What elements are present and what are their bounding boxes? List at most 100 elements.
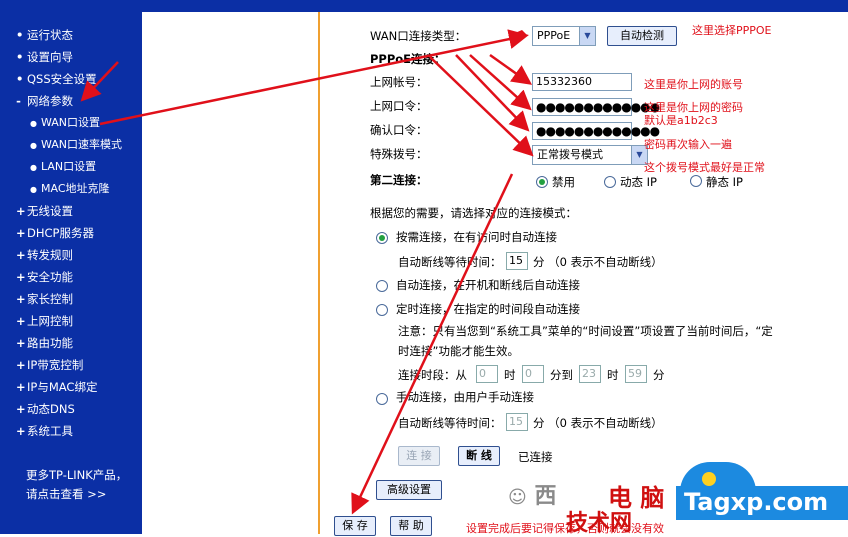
annotation-account: 这里是你上网的账号 [644,78,743,91]
advanced-settings-button[interactable]: 高级设置 [376,480,442,500]
plus-icon: + [16,402,26,416]
auto-detect-button[interactable]: 自动检测 [607,26,677,46]
plus-icon: + [16,292,26,306]
sidebar-nav: • 运行状态 • 设置向导 • QSS安全设置 - 网络参数 ● WAN口设置 ● WAN口速率模式 ●… [0,0,142,534]
period-end-hour: 23 [582,367,596,380]
sidebar-item-label: WAN口速率模式 [41,138,123,151]
period-hour-label-1: 时 [504,368,516,382]
wan-type-label: WAN口连接类型： [370,29,467,43]
account-value: 15332360 [536,75,592,88]
plus-icon: + [16,336,26,350]
disconnect-button[interactable]: 断 线 [458,446,500,466]
minus-icon: - [16,94,21,108]
period-start-minute: 0 [525,367,532,380]
period-start-minute-input[interactable]: 0 [522,365,544,383]
idle-time-input-2[interactable]: 15 [506,413,528,431]
help-button[interactable]: 帮 助 [390,516,432,536]
sidebar-item-4-wan[interactable]: ● WAN口设置 [0,112,142,134]
idle-time-label-1: 自动断线等待时间： [398,255,502,269]
sidebar-item-11-item[interactable]: +安全功能 [0,266,142,288]
sidebar-item-label: 上网控制 [27,314,73,328]
bullet-dot-icon: ● [30,141,37,150]
promo-link[interactable]: 更多TP-LINK产品， 请点击查看 >> [26,466,127,504]
connect-button[interactable]: 连 接 [398,446,440,466]
watermark-site: Tagxp.com [684,488,829,516]
confirm-password-value: ●●●●●●●●●●●●● [536,124,660,138]
sidebar-item-15-ip[interactable]: +IP带宽控制 [0,354,142,376]
period-start-hour-input[interactable]: 0 [476,365,498,383]
sidebar-item-label: 网络参数 [27,94,73,108]
plus-icon: + [16,226,26,240]
annotation-default-password: 默认是a1b2c3 [644,114,718,127]
sidebar-item-16-ip-mac[interactable]: +IP与MAC绑定 [0,376,142,398]
sidebar-item-label: LAN口设置 [41,160,97,173]
sidebar-item-13-item[interactable]: +上网控制 [0,310,142,332]
confirm-password-label: 确认口令： [370,123,428,137]
connection-status: 已连接 [518,450,553,464]
bullet-dot-icon: ● [30,119,37,128]
sidebar-item-label: 家长控制 [27,292,73,306]
content-panel-curve [142,12,318,534]
wechat-icon: ☺ [508,487,527,508]
period-prefix: 连接时段：从 [398,368,467,382]
sidebar-item-14-item[interactable]: +路由功能 [0,332,142,354]
sidebar-item-label: 系统工具 [27,424,73,438]
annotation-select-pppoe: 这里选择PPPOE [692,24,772,37]
promo-line-1: 更多TP-LINK产品， [26,468,128,482]
second-dynamic-ip-radio[interactable] [604,176,616,188]
plus-icon: + [16,204,26,218]
sidebar-item-3-item[interactable]: - 网络参数 [0,90,142,112]
sidebar-item-7-mac[interactable]: ● MAC地址克隆 [0,178,142,200]
period-end-hour-input[interactable]: 23 [579,365,601,383]
account-input[interactable]: 15332360 [532,73,632,91]
sidebar-item-0-item[interactable]: • 运行状态 [0,24,142,46]
confirm-password-input[interactable]: ●●●●●●●●●●●●● [532,122,660,140]
sidebar-item-label: DHCP服务器 [27,226,94,240]
wan-type-select[interactable]: PPPoE ▼ [532,26,596,46]
idle-time-input-1[interactable]: 15 [506,252,528,270]
second-dynamic-ip-label: 动态 IP [620,175,657,189]
pppoe-heading: PPPoE连接： [370,52,446,66]
sidebar-item-label: 运行状态 [27,28,73,42]
plus-icon: + [16,380,26,394]
period-end-minute-input[interactable]: 59 [625,365,647,383]
sidebar-item-1-item[interactable]: • 设置向导 [0,46,142,68]
period-to-label: 分到 [550,368,573,382]
second-disabled-radio[interactable] [536,176,548,188]
sidebar-item-label: 安全功能 [27,270,73,284]
mode-manual-radio[interactable] [376,393,388,405]
sidebar-item-label: 转发规则 [27,248,73,262]
sidebar-item-5-wan[interactable]: ● WAN口速率模式 [0,134,142,156]
sidebar-item-label: IP带宽控制 [27,358,84,372]
sidebar-item-label: WAN口设置 [41,116,101,129]
mode-auto-radio[interactable] [376,280,388,292]
sidebar-item-8-item[interactable]: +无线设置 [0,200,142,222]
mode-on-demand-radio[interactable] [376,232,388,244]
bullet-dot-icon: • [16,50,24,64]
sidebar-item-17-dns[interactable]: +动态DNS [0,398,142,420]
sidebar-item-2-qss[interactable]: • QSS安全设置 [0,68,142,90]
wechat-text: 西 [534,484,557,509]
password-label: 上网口令： [370,99,428,113]
watermark-subtitle: 技术网 [566,511,633,536]
sidebar-item-6-lan[interactable]: ● LAN口设置 [0,156,142,178]
second-static-ip-radio[interactable] [690,175,702,187]
sidebar-item-9-dhcp[interactable]: +DHCP服务器 [0,222,142,244]
sidebar-item-10-item[interactable]: +转发规则 [0,244,142,266]
bullet-dot-icon: • [16,28,24,42]
idle-time-value-1: 15 [509,254,523,267]
period-hour-label-2: 时 [607,368,619,382]
bullet-dot-icon: ● [30,163,37,172]
mode-timed-radio[interactable] [376,304,388,316]
save-button[interactable]: 保 存 [334,516,376,536]
period-start-hour: 0 [479,367,486,380]
special-dial-value: 正常拨号模式 [537,148,603,161]
password-input[interactable]: ●●●●●●●●●●●●● [532,98,660,116]
sidebar-item-label: 路由功能 [27,336,73,350]
idle-time-suffix-1: 分 （0 表示不自动断线） [533,255,663,269]
wechat-watermark: ☺ 西 [508,478,556,510]
sidebar-item-18-item[interactable]: +系统工具 [0,420,142,442]
mode-timed-label: 定时连接，在指定的时间段自动连接 [396,302,580,316]
sidebar-item-12-item[interactable]: +家长控制 [0,288,142,310]
special-dial-select[interactable]: 正常拨号模式 ▼ [532,145,648,165]
